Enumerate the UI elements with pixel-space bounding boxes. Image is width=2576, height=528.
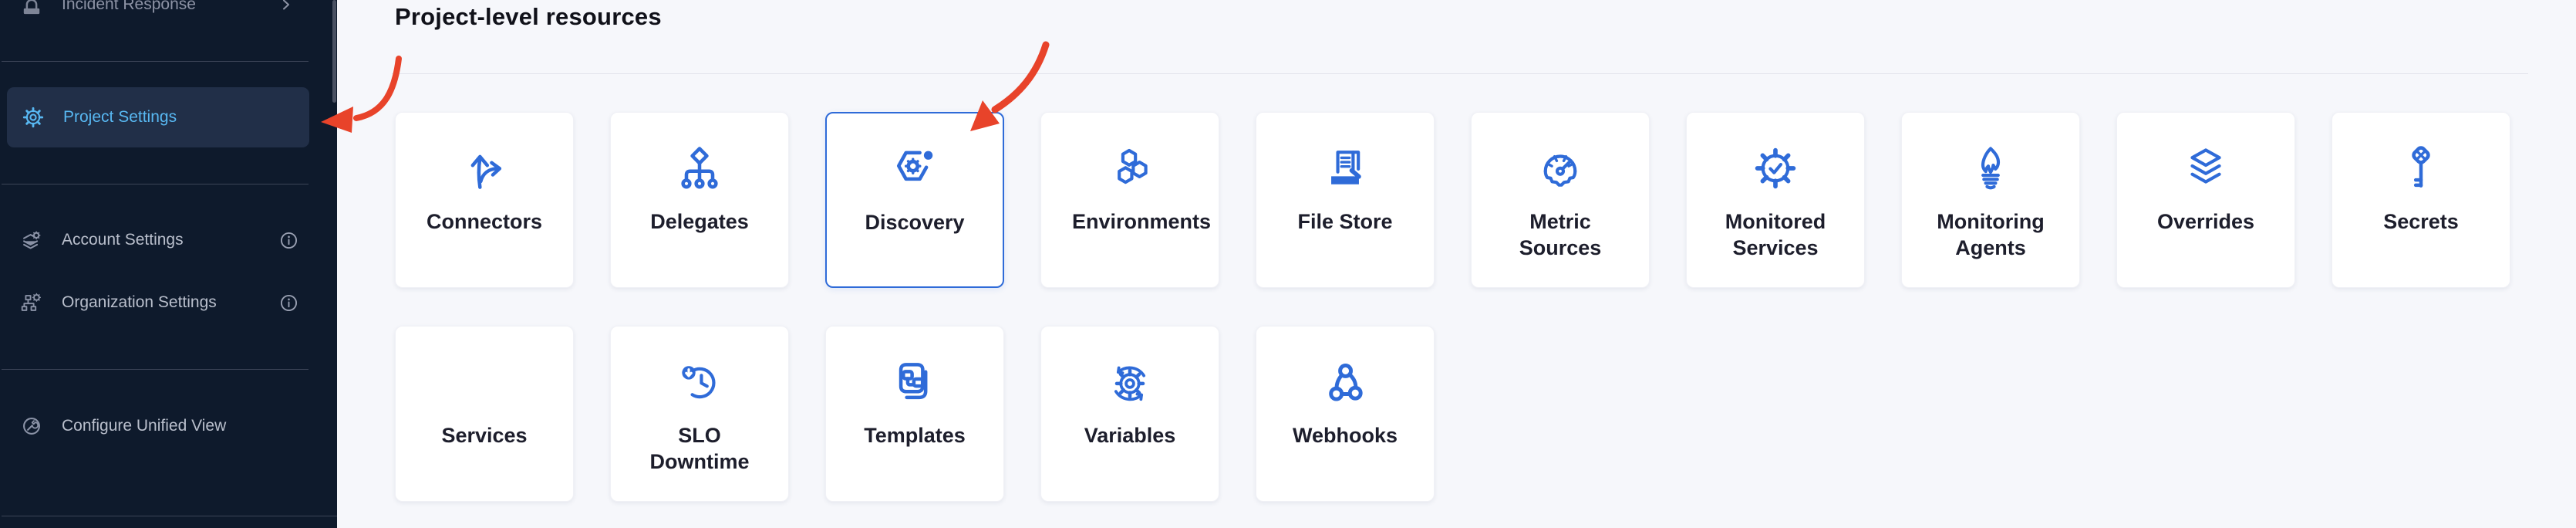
incident-response-icon	[19, 0, 45, 18]
resource-card-label: Delegates	[650, 208, 749, 235]
variables-icon	[1104, 356, 1156, 408]
resource-cards-row-2: Services SLO Downtime Templates Variable…	[395, 326, 1435, 502]
sidebar-item-label: Account Settings	[62, 231, 184, 249]
secrets-icon	[2395, 142, 2447, 195]
resource-card-label: Templates	[864, 422, 966, 448]
resource-cards-row-1: Connectors Delegates Discovery Environme…	[395, 112, 2510, 288]
resource-card-templates[interactable]: Templates	[825, 326, 1004, 502]
resource-card-monitored-services[interactable]: Monitored Services	[1686, 112, 1865, 288]
sidebar-item-account-settings[interactable]: Account Settings	[0, 218, 337, 262]
resource-card-secrets[interactable]: Secrets	[2332, 112, 2510, 288]
resource-card-file-store[interactable]: File Store	[1256, 112, 1435, 288]
resource-card-webhooks[interactable]: Webhooks	[1256, 326, 1435, 502]
resource-card-label: Connectors	[427, 208, 542, 235]
resource-card-monitoring-agents[interactable]: Monitoring Agents	[1901, 112, 2080, 288]
resource-card-label: Monitored Services	[1718, 208, 1833, 261]
info-icon[interactable]	[279, 231, 298, 250]
services-icon	[458, 356, 511, 408]
resource-card-label: Monitoring Agents	[1933, 208, 2048, 261]
chevron-right-icon	[280, 0, 292, 11]
sidebar-scrollbar-thumb[interactable]	[332, 0, 336, 103]
delegates-icon	[673, 142, 726, 195]
wrench-circle-icon	[19, 413, 45, 439]
resource-card-discovery[interactable]: Discovery	[825, 112, 1004, 288]
resource-card-label: Metric Sources	[1502, 208, 1618, 261]
overrides-icon	[2180, 142, 2232, 195]
file-store-icon	[1319, 142, 1371, 195]
sidebar-item-incident-response[interactable]: Incident Response	[0, 0, 337, 22]
gear-icon	[20, 104, 46, 130]
resource-card-slo-downtime[interactable]: SLO Downtime	[610, 326, 789, 502]
resource-card-variables[interactable]: Variables	[1040, 326, 1219, 502]
sidebar-item-project-settings[interactable]: Project Settings	[7, 87, 309, 147]
resource-card-label: File Store	[1297, 208, 1392, 235]
resource-card-delegates[interactable]: Delegates	[610, 112, 789, 288]
page-title: Project-level resources	[395, 0, 662, 34]
monitoring-agents-icon	[1964, 142, 2017, 195]
app-window: Incident Response Project Settings Accou…	[0, 0, 2576, 528]
main-content: Project-level resources Connectors Deleg…	[337, 0, 2576, 528]
layers-gear-icon	[19, 227, 45, 253]
resource-card-label: Variables	[1084, 422, 1176, 448]
templates-icon	[888, 356, 941, 408]
sidebar-nav: Incident Response Project Settings Accou…	[0, 0, 337, 528]
slo-downtime-icon	[673, 356, 726, 408]
resource-card-environments[interactable]: Environments	[1040, 112, 1219, 288]
sidebar-item-label: Incident Response	[62, 0, 196, 14]
sidebar-item-label: Configure Unified View	[62, 417, 226, 435]
resource-card-label: Discovery	[865, 209, 964, 235]
webhooks-icon	[1319, 356, 1371, 408]
resource-card-label: Services	[441, 422, 527, 448]
monitored-services-icon	[1749, 142, 1802, 195]
resource-card-label: SLO Downtime	[642, 422, 757, 475]
resource-card-label: Environments	[1072, 208, 1188, 235]
sidebar-item-label: Organization Settings	[62, 293, 217, 312]
resource-card-metric-sources[interactable]: Metric Sources	[1471, 112, 1650, 288]
sidebar-item-configure-unified-view[interactable]: Configure Unified View	[0, 404, 337, 448]
resource-card-overrides[interactable]: Overrides	[2116, 112, 2295, 288]
environments-icon	[1104, 142, 1156, 195]
connectors-icon	[458, 142, 511, 195]
sidebar-item-organization-settings[interactable]: Organization Settings	[0, 281, 337, 324]
discovery-icon	[888, 143, 941, 195]
resource-card-label: Secrets	[2383, 208, 2459, 235]
sidebar-divider	[2, 369, 309, 370]
info-icon[interactable]	[279, 293, 298, 313]
metric-sources-icon	[1534, 142, 1586, 195]
resource-card-connectors[interactable]: Connectors	[395, 112, 574, 288]
org-gear-icon	[19, 289, 45, 316]
sidebar-divider	[2, 61, 309, 62]
resource-card-services[interactable]: Services	[395, 326, 574, 502]
resource-card-label: Webhooks	[1293, 422, 1398, 448]
resource-card-label: Overrides	[2157, 208, 2254, 235]
sidebar-item-label: Project Settings	[63, 108, 177, 127]
title-divider	[392, 73, 2528, 74]
